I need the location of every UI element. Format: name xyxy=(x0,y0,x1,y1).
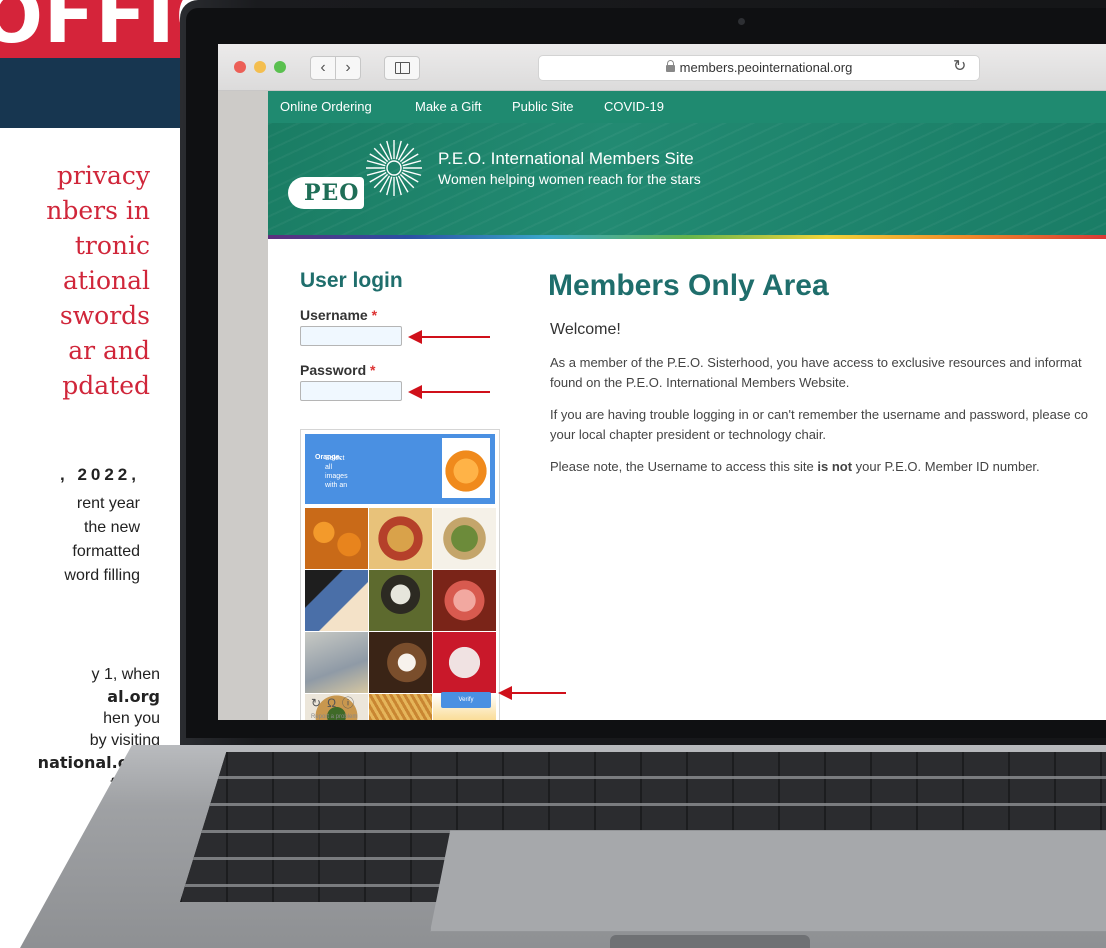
article-lead: privacy nbers in tronic ational swords a… xyxy=(0,158,150,403)
peo-logo[interactable]: PEO xyxy=(288,177,364,209)
back-button[interactable]: ‹ xyxy=(310,56,336,80)
browser-toolbar: ‹ › members.peointernational.org ↻ xyxy=(218,44,1106,91)
sidebar-icon xyxy=(395,62,410,74)
lead-line: ational xyxy=(63,266,150,295)
nav-make-a-gift[interactable]: Make a Gift xyxy=(415,99,481,114)
nav-covid-19[interactable]: COVID-19 xyxy=(604,99,664,114)
login-heading: User login xyxy=(300,269,403,292)
sidebar-toggle-button[interactable] xyxy=(384,56,420,80)
help-line-2: your local chapter president or technolo… xyxy=(550,427,827,442)
body-line: formatted xyxy=(72,543,140,560)
captcha-header: Select all images with an Orange. xyxy=(305,434,495,504)
address-bar[interactable]: members.peointernational.org xyxy=(538,55,980,81)
reload-button[interactable]: ↻ xyxy=(953,56,966,76)
captcha-tile[interactable] xyxy=(433,632,496,693)
nav-public-site[interactable]: Public Site xyxy=(512,99,573,114)
lock-icon xyxy=(665,60,675,72)
report-problem-link[interactable]: Report a problem xyxy=(311,714,357,720)
captcha-tile[interactable] xyxy=(369,632,432,693)
captcha-tile[interactable] xyxy=(369,508,432,569)
captcha-tile[interactable] xyxy=(433,508,496,569)
captcha-tile[interactable] xyxy=(305,508,368,569)
captcha-tile[interactable] xyxy=(369,694,432,720)
body-line: word filling xyxy=(64,567,140,584)
welcome-heading: Welcome! xyxy=(550,321,621,338)
lead-line: ar and xyxy=(68,336,150,365)
help-line-1: If you are having trouble logging in or … xyxy=(550,407,1088,422)
username-label: Username * xyxy=(300,307,378,323)
daisy-petal xyxy=(373,147,389,163)
username-field[interactable] xyxy=(300,326,402,346)
site-page: Online Ordering Make a Gift Public Site … xyxy=(268,91,1106,720)
body-line: rent year xyxy=(76,495,140,512)
orange-example-image xyxy=(442,438,490,498)
body-line: al.org xyxy=(107,687,160,706)
trackpad xyxy=(430,830,1106,932)
captcha-widget: Select all images with an Orange. ↻Ωⓘ Ve… xyxy=(300,429,500,720)
chevron-right-icon: › xyxy=(345,59,351,76)
rainbow-divider xyxy=(268,235,1106,239)
daisy-petal xyxy=(373,173,389,189)
camera-icon xyxy=(738,18,745,25)
intro-line-1: As a member of the P.E.O. Sisterhood, yo… xyxy=(550,355,1082,370)
password-field[interactable] xyxy=(300,381,402,401)
chevron-left-icon: ‹ xyxy=(320,59,326,76)
captcha-tile[interactable] xyxy=(305,632,368,693)
reload-icon[interactable]: ↻ xyxy=(311,696,327,710)
intro-line-2: found on the P.E.O. International Member… xyxy=(550,375,850,390)
daisy-petal xyxy=(399,173,415,189)
browser-window: ‹ › members.peointernational.org ↻ Onlin… xyxy=(218,44,1106,720)
captcha-tile[interactable] xyxy=(305,570,368,631)
arrow-icon xyxy=(408,330,490,344)
body-line: y 1, when xyxy=(91,666,160,683)
nav-online-ordering[interactable]: Online Ordering xyxy=(280,99,372,114)
username-note: Please note, the Username to access this… xyxy=(550,459,1040,474)
article-paragraph-1: rent year the new formatted word filling xyxy=(0,492,140,588)
lead-line: privacy xyxy=(56,161,150,190)
captcha-tile[interactable] xyxy=(369,570,432,631)
body-line: the new xyxy=(83,519,140,536)
lead-line: nbers in xyxy=(46,196,150,225)
article-date: , 2022, xyxy=(60,465,140,484)
lead-line: swords xyxy=(59,301,150,330)
site-top-nav: Online Ordering Make a Gift Public Site … xyxy=(268,91,1106,123)
lead-line: pdated xyxy=(62,371,150,400)
site-title: P.E.O. International Members Site xyxy=(438,149,694,168)
daisy-icon xyxy=(366,140,422,196)
captcha-controls: ↻Ωⓘ xyxy=(311,694,360,711)
url-text: members.peointernational.org xyxy=(679,60,853,75)
minimize-window-button[interactable] xyxy=(254,61,266,73)
verify-button[interactable]: Verify xyxy=(441,692,491,708)
captcha-prompt: Select all images with an xyxy=(325,455,348,489)
password-label: Password * xyxy=(300,362,376,378)
headphones-icon[interactable]: Ω xyxy=(327,696,342,710)
captcha-tile[interactable] xyxy=(433,570,496,631)
arrow-icon xyxy=(498,686,566,700)
page-title: Members Only Area xyxy=(548,269,829,302)
site-header: PEO P.E.O. International Members Site Wo… xyxy=(268,123,1106,235)
close-window-button[interactable] xyxy=(234,61,246,73)
daisy-petal xyxy=(399,147,415,163)
reload-icon: ↻ xyxy=(953,58,967,75)
info-icon[interactable]: ⓘ xyxy=(342,696,360,710)
zoom-window-button[interactable] xyxy=(274,61,286,73)
logo-text: PEO xyxy=(304,180,360,206)
site-tagline: Women helping women reach for the stars xyxy=(438,171,701,187)
lead-line: tronic xyxy=(74,231,150,260)
laptop-lip xyxy=(610,935,810,948)
body-line: hen you xyxy=(103,710,160,727)
forward-button[interactable]: › xyxy=(335,56,361,80)
arrow-icon xyxy=(408,385,490,399)
